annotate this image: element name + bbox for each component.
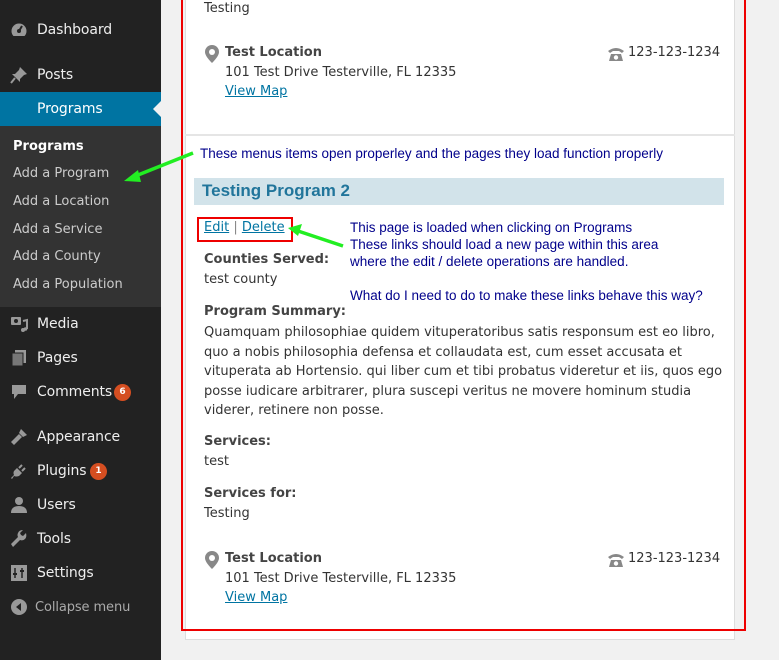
phone-icon [608,554,624,567]
annotation-links-note-line-1: This page is loaded when clicking on Pro… [350,220,633,235]
location-pin-icon [205,551,219,569]
collapse-arrow-icon [10,598,28,616]
program-divider [185,134,735,136]
location-pin-icon [205,45,219,63]
submenu-item-add-service[interactable]: Add a Service [13,222,102,237]
services-label: Services: [204,434,271,449]
sidebar-item-pages[interactable]: Pages [0,341,161,375]
collapse-menu-label: Collapse menu [35,599,131,615]
location-name: Test Location [225,551,322,566]
submenu-item-add-program[interactable]: Add a Program [13,166,109,181]
active-indicator-arrow [153,101,161,117]
submenu-item-add-county[interactable]: Add a County [13,249,101,264]
user-icon [10,496,28,514]
services-value: test [204,454,229,469]
annotation-question: What do I need to do to make these links… [350,288,703,303]
program-title-bar: Testing Program 2 [194,178,724,205]
pages-icon [10,349,28,367]
program-actions: Edit | Delete [204,220,285,235]
comment-icon [10,383,28,401]
phone-icon [608,48,624,61]
annotation-links-note-line-3: where the edit / delete operations are h… [350,254,629,269]
annotation-links-note-line-2: These links should load a new page withi… [350,237,659,252]
action-separator: | [233,220,238,235]
program-title: Testing Program 2 [202,181,350,200]
sidebar-item-posts[interactable]: Posts [0,58,161,92]
pin-icon [10,66,28,84]
dashboard-icon [10,21,28,39]
plugins-update-badge: 1 [90,462,107,480]
sidebar-item-label: Plugins [37,463,87,479]
wrench-icon [10,530,28,548]
sidebar-item-label: Dashboard [37,22,113,38]
previous-services-for-value: Testing [204,1,250,16]
program-summary-label: Program Summary: [204,304,346,319]
location-name: Test Location [225,45,322,60]
screenshot-root: Dashboard Posts Programs Programs Add a … [0,0,779,660]
collapse-menu-button[interactable]: Collapse menu [0,590,161,624]
brush-icon [10,428,28,446]
sidebar-item-label: Tools [37,531,71,547]
plug-icon [10,462,28,480]
sidebar-item-comments[interactable]: Comments 6 [0,375,161,409]
comments-count-badge: 6 [114,383,131,401]
sidebar-item-label: Settings [37,565,94,581]
settings-icon [10,564,28,582]
edit-link[interactable]: Edit [204,220,229,235]
location-phone: 123-123-1234 [628,45,721,60]
location-address: 101 Test Drive Testerville, FL 12335 [225,65,457,80]
location-phone: 123-123-1234 [628,551,721,566]
sidebar-item-label: Programs [37,101,103,117]
sidebar-item-label: Users [37,497,76,513]
sidebar-item-users[interactable]: Users [0,488,161,522]
counties-served-label: Counties Served: [204,252,330,267]
sidebar-item-label: Posts [37,67,74,83]
view-map-link[interactable]: View Map [225,590,287,605]
view-map-link[interactable]: View Map [225,84,287,99]
sidebar-item-label: Comments [37,384,113,400]
program-summary-text: Quamquam philosophiae quidem vituperator… [204,325,723,419]
sidebar-item-tools[interactable]: Tools [0,522,161,556]
submenu-item-add-location[interactable]: Add a Location [13,194,109,209]
sidebar-item-media[interactable]: Media [0,307,161,341]
location-address: 101 Test Drive Testerville, FL 12335 [225,571,457,586]
media-icon [10,315,28,333]
admin-sidebar: Dashboard Posts Programs Programs Add a … [0,0,161,660]
annotation-menu-note: These menus items open properley and the… [200,146,664,161]
sidebar-item-label: Media [37,316,79,332]
sidebar-item-plugins[interactable]: Plugins 1 [0,454,161,488]
sidebar-item-dashboard[interactable]: Dashboard [0,13,161,47]
delete-link[interactable]: Delete [242,220,285,235]
services-for-label: Services for: [204,486,297,501]
sidebar-item-settings[interactable]: Settings [0,556,161,590]
programs-submenu: Programs Add a Program Add a Location Ad… [0,126,161,307]
sidebar-item-programs[interactable]: Programs [0,92,161,126]
submenu-item-add-population[interactable]: Add a Population [13,277,123,292]
sidebar-item-label: Appearance [37,429,121,445]
counties-served-value: test county [204,272,278,287]
sidebar-item-label: Pages [37,350,78,366]
submenu-item-programs[interactable]: Programs [13,139,84,154]
services-for-value: Testing [204,506,250,521]
sidebar-item-appearance[interactable]: Appearance [0,420,161,454]
